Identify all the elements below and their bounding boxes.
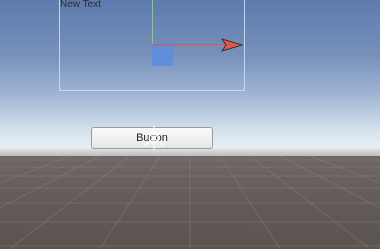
- scene-button[interactable]: Button: [91, 127, 213, 149]
- new-text-label[interactable]: New Text: [60, 0, 101, 10]
- ground-plane: [0, 156, 380, 249]
- move-x-arrow-icon[interactable]: [221, 37, 243, 53]
- xy-plane-handle-icon[interactable]: [152, 45, 173, 66]
- y-axis-line[interactable]: [152, 0, 153, 44]
- scene-viewport[interactable]: New Text Button: [0, 0, 380, 249]
- ground-grid: [0, 156, 380, 249]
